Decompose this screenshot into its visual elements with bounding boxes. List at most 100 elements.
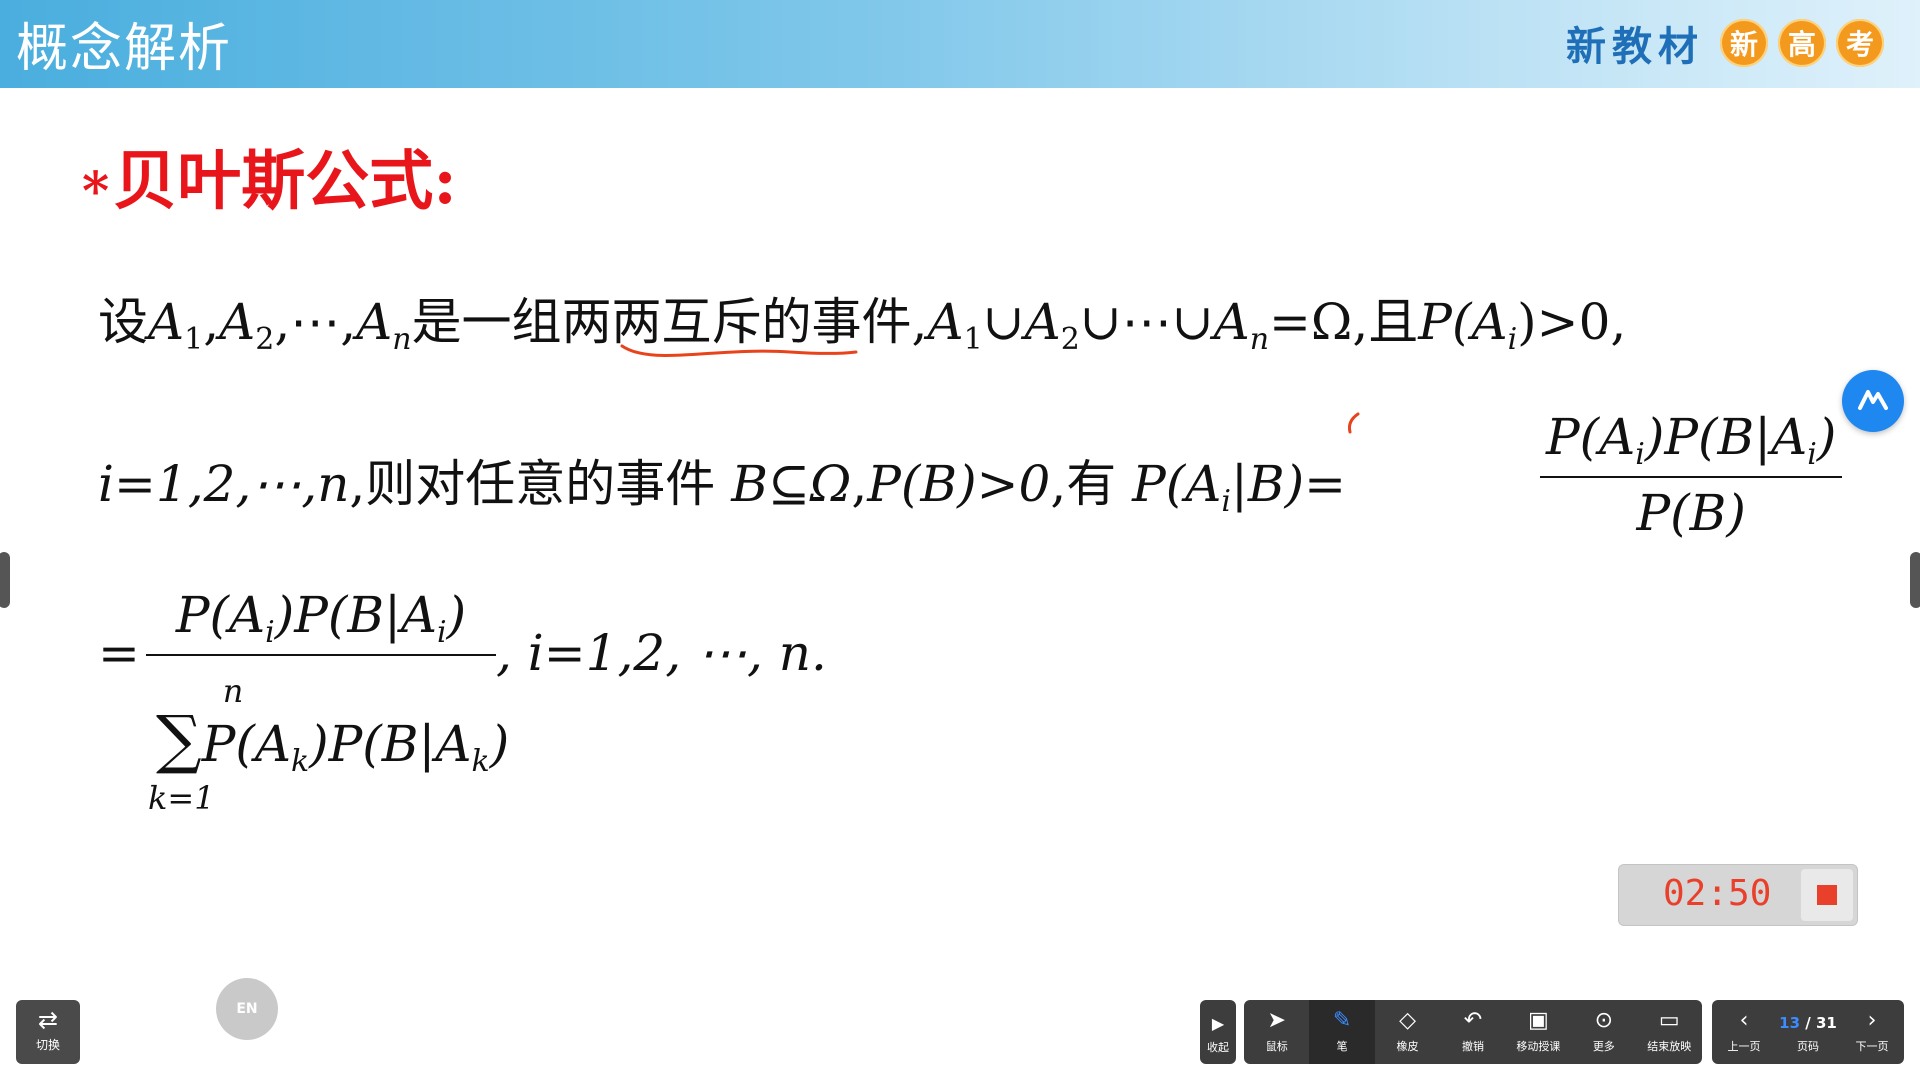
math: ): [489, 715, 510, 773]
tool-more[interactable]: ⊙ 更多: [1571, 1000, 1636, 1064]
left-edge-handle[interactable]: [0, 552, 10, 608]
math: P(A: [201, 715, 291, 773]
tool-label: 笔: [1336, 1040, 1348, 1053]
subscript: 2: [255, 322, 275, 357]
subscript: 2: [1060, 322, 1080, 357]
math: A: [1024, 293, 1061, 351]
play-triangle-icon: ▶: [1211, 1014, 1225, 1033]
current-page: 13: [1779, 1014, 1801, 1032]
math: ): [446, 586, 467, 644]
brand-badge: 新: [1720, 19, 1768, 67]
fraction-bar: [1540, 476, 1843, 478]
brand-badge: 高: [1778, 19, 1826, 67]
subscript: 1: [184, 322, 204, 357]
brand-text: 新教材: [1566, 24, 1704, 70]
chevron-left-icon: ‹: [1739, 1008, 1749, 1033]
assistant-glyph-icon: [1858, 390, 1888, 410]
math: A: [1213, 293, 1250, 351]
section-title-text: 贝叶斯公式:: [113, 144, 457, 219]
subscript: i: [265, 615, 275, 650]
text: ⋯: [1121, 293, 1172, 351]
right-edge-handle[interactable]: [1910, 552, 1920, 608]
tool-mobile-teach[interactable]: ▣ 移动授课: [1506, 1000, 1571, 1064]
tool-label: 撤销: [1461, 1040, 1484, 1053]
subscript: k: [290, 744, 310, 779]
total-pages: / 31: [1805, 1014, 1837, 1032]
assistant-icon[interactable]: [1842, 370, 1904, 432]
text: ∪: [982, 293, 1025, 351]
tool-label: 结束放映: [1647, 1040, 1692, 1053]
chevron-right-icon: ›: [1867, 1008, 1877, 1033]
switch-label: 切换: [35, 1038, 60, 1052]
fraction-total-probability: P(Ai)P(B|Ai): [146, 586, 496, 662]
math: )P(B|A: [274, 586, 438, 644]
tool-undo[interactable]: ↶ 撤销: [1440, 1000, 1505, 1064]
switch-arrows-icon: ⇄: [37, 1006, 59, 1034]
subscript: n: [392, 322, 412, 357]
math: P(B)>0: [867, 455, 1051, 513]
math: )P(B|A: [309, 715, 472, 773]
brand-badge: 考: [1836, 19, 1884, 67]
cursor-icon: ➤: [1267, 1008, 1286, 1033]
math: , i=1,2, ⋯, n.: [496, 624, 827, 682]
text: ,: [203, 293, 220, 351]
math: A: [219, 293, 256, 351]
text: ,: [340, 293, 357, 351]
timer-value: 02:50: [1663, 873, 1772, 914]
subscript: i: [1807, 437, 1817, 472]
page-number-button[interactable]: 13 / 31 页码: [1776, 1000, 1840, 1064]
fraction-bar: [146, 654, 496, 656]
slide-header: 概念解析 新教材 新 高 考: [0, 0, 1920, 88]
tool-label: 橡皮: [1396, 1040, 1419, 1053]
page-navigator: ‹ 上一页 13 / 31 页码 › 下一页: [1712, 1000, 1904, 1064]
end-show-icon: ▭: [1658, 1008, 1680, 1033]
recording-timer: 02:50: [1618, 864, 1858, 926]
text: ,且: [1352, 293, 1419, 351]
subscript: n: [1249, 322, 1270, 357]
tool-cursor[interactable]: ➤ 鼠标: [1244, 1000, 1309, 1064]
formula-line-2: i=1,2,⋯,n,则对任意的事件 B⊆Ω,P(B)>0,有 P(Ai|B)=: [98, 444, 1346, 519]
math: A: [927, 293, 964, 351]
math: P(A: [175, 586, 266, 644]
language-toggle-button[interactable]: EN: [216, 978, 278, 1040]
header-title: 概念解析: [16, 19, 233, 79]
sum-expression: ∑P(Ak)P(B|Ak): [156, 708, 509, 779]
math: A: [356, 293, 393, 351]
fraction-numerator: P(Ai)P(B|Ai): [146, 586, 496, 650]
tool-label: 鼠标: [1265, 1040, 1288, 1053]
pen-annotation-tick: [1348, 412, 1360, 434]
fraction-numerator: P(Ai)P(B|Ai): [1540, 408, 1842, 472]
switch-button[interactable]: ⇄ 切换: [16, 1000, 80, 1064]
math: i=1,2,⋯,n: [98, 455, 350, 513]
text: ,有: [1050, 455, 1117, 513]
mobile-teach-icon: ▣: [1528, 1008, 1549, 1033]
prev-page-button[interactable]: ‹ 上一页: [1712, 1000, 1776, 1064]
summation-denominator: n ∑P(Ak)P(B|Ak) k=1: [148, 672, 509, 817]
eraser-icon: ◇: [1399, 1008, 1417, 1033]
subscript: 1: [963, 322, 983, 357]
text: ,: [851, 455, 868, 513]
sum-lower-limit: k=1: [148, 779, 215, 817]
math: A: [148, 293, 185, 351]
subscript: i: [1221, 484, 1232, 519]
sigma-symbol: ∑: [156, 703, 202, 777]
page-label: 页码: [1797, 1040, 1819, 1053]
text: ∪: [1171, 293, 1214, 351]
tool-label: 移动授课: [1516, 1040, 1561, 1053]
collapse-toolbar-button[interactable]: ▶ 收起: [1200, 1000, 1236, 1064]
tool-pen[interactable]: ✎ 笔: [1309, 1000, 1375, 1064]
math: P(A: [1132, 455, 1222, 513]
tool-eraser[interactable]: ◇ 橡皮: [1375, 1000, 1440, 1064]
math: |B)=: [1231, 455, 1347, 513]
stop-recording-button[interactable]: [1801, 869, 1853, 921]
text: 设: [98, 293, 148, 351]
tool-end-show[interactable]: ▭ 结束放映: [1637, 1000, 1702, 1064]
prev-page-label: 上一页: [1727, 1040, 1761, 1053]
fraction-denominator: P(B): [1636, 484, 1746, 542]
subscript: i: [1635, 437, 1645, 472]
next-page-button[interactable]: › 下一页: [1840, 1000, 1904, 1064]
pen-annotation-underline: [620, 344, 858, 358]
formula-line-3-tail: , i=1,2, ⋯, n.: [496, 624, 827, 682]
brand-logo: 新教材 新 高 考: [1566, 14, 1884, 72]
text: =Ω: [1269, 293, 1353, 351]
